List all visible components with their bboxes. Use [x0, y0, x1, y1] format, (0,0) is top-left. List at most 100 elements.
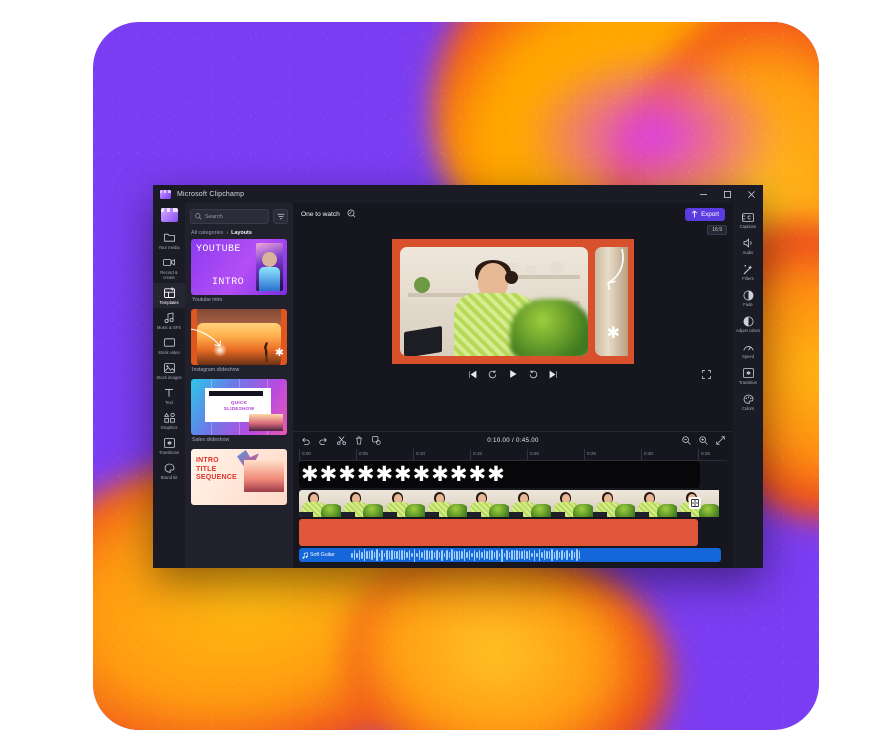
template-list[interactable]: YOUTUBE INTRO Youtube intro ✱ Instagram … — [185, 239, 293, 568]
waveform-bar — [478, 549, 480, 561]
timeline-ruler[interactable]: 0:00 0:05 0:10 0:15 0:20 0:25 0:30 0:35 — [299, 449, 727, 461]
sparkle-icon: ✱ — [606, 325, 620, 342]
template-thumbnail[interactable]: INTRO TITLE SEQUENCE — [191, 449, 287, 505]
sidebar-item-stock-video[interactable]: Stock video — [153, 333, 185, 358]
close-icon[interactable] — [739, 185, 763, 203]
sidebar-item-text[interactable]: Text — [153, 383, 185, 408]
timeline-zoom-controls — [682, 436, 725, 445]
filmstrip-frame — [593, 490, 635, 517]
waveform-bar — [373, 551, 375, 559]
right-sidebar: Captions Audio Filters Fade Adjust color… — [733, 203, 763, 568]
fit-timeline-icon[interactable] — [716, 436, 725, 445]
arrow-annotation-icon — [191, 328, 221, 347]
forward-icon[interactable] — [529, 369, 538, 379]
video-preview-area: 16:9 ✱ — [293, 225, 733, 431]
color-palette-icon — [742, 393, 754, 405]
sidebar-item-record-create[interactable]: Record & create — [153, 253, 185, 283]
ruler-tick: 0:20 — [527, 449, 539, 460]
template-card-sales-slideshow[interactable]: QUICK SLIDESHOW Sales slideshow — [191, 379, 287, 447]
template-name: Sales slideshow — [192, 437, 230, 443]
sidebar-item-templates[interactable]: Templates — [153, 283, 185, 308]
track-sparkle-overlay[interactable]: ✱ ✱ ✱ ✱ ✱ ✱ ✱ ✱ ✱ ✱ ✱ — [299, 461, 700, 488]
sparkle-icon: ✱ — [338, 462, 356, 486]
template-card-intro-title-sequence[interactable]: INTRO TITLE SEQUENCE — [191, 449, 287, 505]
waveform-bar — [518, 550, 520, 560]
skip-start-icon[interactable] — [468, 370, 477, 379]
track-audio-clip[interactable]: Soft Guitar — [299, 548, 721, 562]
track-video-clip[interactable] — [299, 490, 721, 517]
waveform-bar — [528, 549, 530, 561]
tool-item-speed[interactable]: Speed — [733, 337, 763, 363]
waveform-bar — [481, 551, 483, 559]
templates-panel: Search All categories › Layouts YOUTUBE — [185, 203, 293, 568]
search-input[interactable]: Search — [190, 209, 269, 224]
sparkle-icon: ✱ — [412, 462, 431, 486]
waveform-bar — [393, 551, 395, 559]
duplicate-icon[interactable] — [372, 436, 381, 445]
rewind-icon[interactable] — [488, 369, 497, 379]
transitions-icon — [742, 367, 754, 379]
waveform-bar — [416, 552, 418, 558]
scissors-icon[interactable] — [337, 436, 346, 445]
tool-item-fade[interactable]: Fade — [733, 285, 763, 311]
app-title: Microsoft Clipchamp — [177, 190, 245, 198]
waveform-bar — [563, 552, 565, 558]
search-placeholder: Search — [205, 213, 223, 220]
tool-item-colors[interactable]: Colors — [733, 389, 763, 415]
sidebar-item-your-media[interactable]: Your media — [153, 228, 185, 253]
aspect-ratio-badge[interactable]: 16:9 — [707, 225, 727, 235]
waveform-bar — [406, 552, 408, 558]
undo-icon[interactable] — [301, 437, 310, 445]
tool-item-captions[interactable]: Captions — [733, 207, 763, 233]
maximize-icon[interactable] — [715, 185, 739, 203]
export-button[interactable]: Export — [685, 207, 725, 221]
template-card-instagram-slideshow[interactable]: ✱ Instagram slideshow — [191, 309, 287, 377]
sidebar-item-transitions[interactable]: Transitions — [153, 433, 185, 458]
filter-icon[interactable] — [273, 209, 288, 224]
waveform-bar — [383, 553, 385, 557]
edit-project-icon[interactable] — [347, 205, 356, 223]
waveform-bar — [398, 550, 400, 560]
sparkle-icon: ✱ — [449, 462, 468, 486]
template-thumbnail[interactable]: ✱ — [191, 309, 287, 365]
fullscreen-icon[interactable] — [702, 369, 711, 379]
tool-item-transition[interactable]: Transition — [733, 363, 763, 389]
waveform-bar — [561, 549, 563, 561]
tool-item-audio[interactable]: Audio — [733, 233, 763, 259]
template-thumbnail[interactable]: YOUTUBE INTRO — [191, 239, 287, 295]
minimize-icon[interactable] — [691, 185, 715, 203]
waveform-bar — [501, 548, 503, 562]
zoom-in-icon[interactable] — [699, 436, 708, 445]
skip-end-icon[interactable] — [549, 370, 558, 379]
sidebar-label: Your media — [158, 245, 180, 250]
search-icon — [195, 213, 202, 220]
sidebar-item-brand-kit[interactable]: Brand kit — [153, 458, 185, 483]
project-title[interactable]: One to watch — [301, 211, 340, 218]
template-card-youtube-intro[interactable]: YOUTUBE INTRO Youtube intro — [191, 239, 287, 307]
breadcrumb-root[interactable]: All categories — [191, 230, 223, 236]
track-color-clip[interactable] — [299, 519, 698, 546]
sidebar-item-graphics[interactable]: Graphics — [153, 408, 185, 433]
zoom-out-icon[interactable] — [682, 436, 691, 445]
filmstrip-frame — [635, 490, 677, 517]
play-icon[interactable] — [508, 369, 518, 379]
waveform-bar — [573, 551, 575, 559]
sidebar-item-music-sfx[interactable]: Music & SFX — [153, 308, 185, 333]
tablet-device — [404, 325, 442, 356]
template-thumbnail[interactable]: QUICK SLIDESHOW — [191, 379, 287, 435]
redo-icon[interactable] — [319, 437, 328, 445]
waveform-bar — [466, 552, 468, 558]
video-canvas[interactable]: ✱ — [392, 239, 634, 364]
clipchamp-brand-icon — [160, 208, 178, 222]
tool-item-adjust-colors[interactable]: Adjust colors — [733, 311, 763, 337]
waveform-bar — [521, 551, 523, 559]
thumb-title: INTRO TITLE SEQUENCE — [196, 457, 237, 483]
sidebar-label: Graphics — [160, 425, 178, 430]
clip-settings-icon[interactable] — [689, 497, 701, 509]
waveform-bar — [363, 549, 365, 561]
trash-icon[interactable] — [355, 436, 363, 445]
thumb-photo — [249, 414, 283, 431]
sidebar-item-stock-images[interactable]: Stock images — [153, 358, 185, 383]
tool-item-filters[interactable]: Filters — [733, 259, 763, 285]
waveform-bar — [368, 551, 370, 559]
